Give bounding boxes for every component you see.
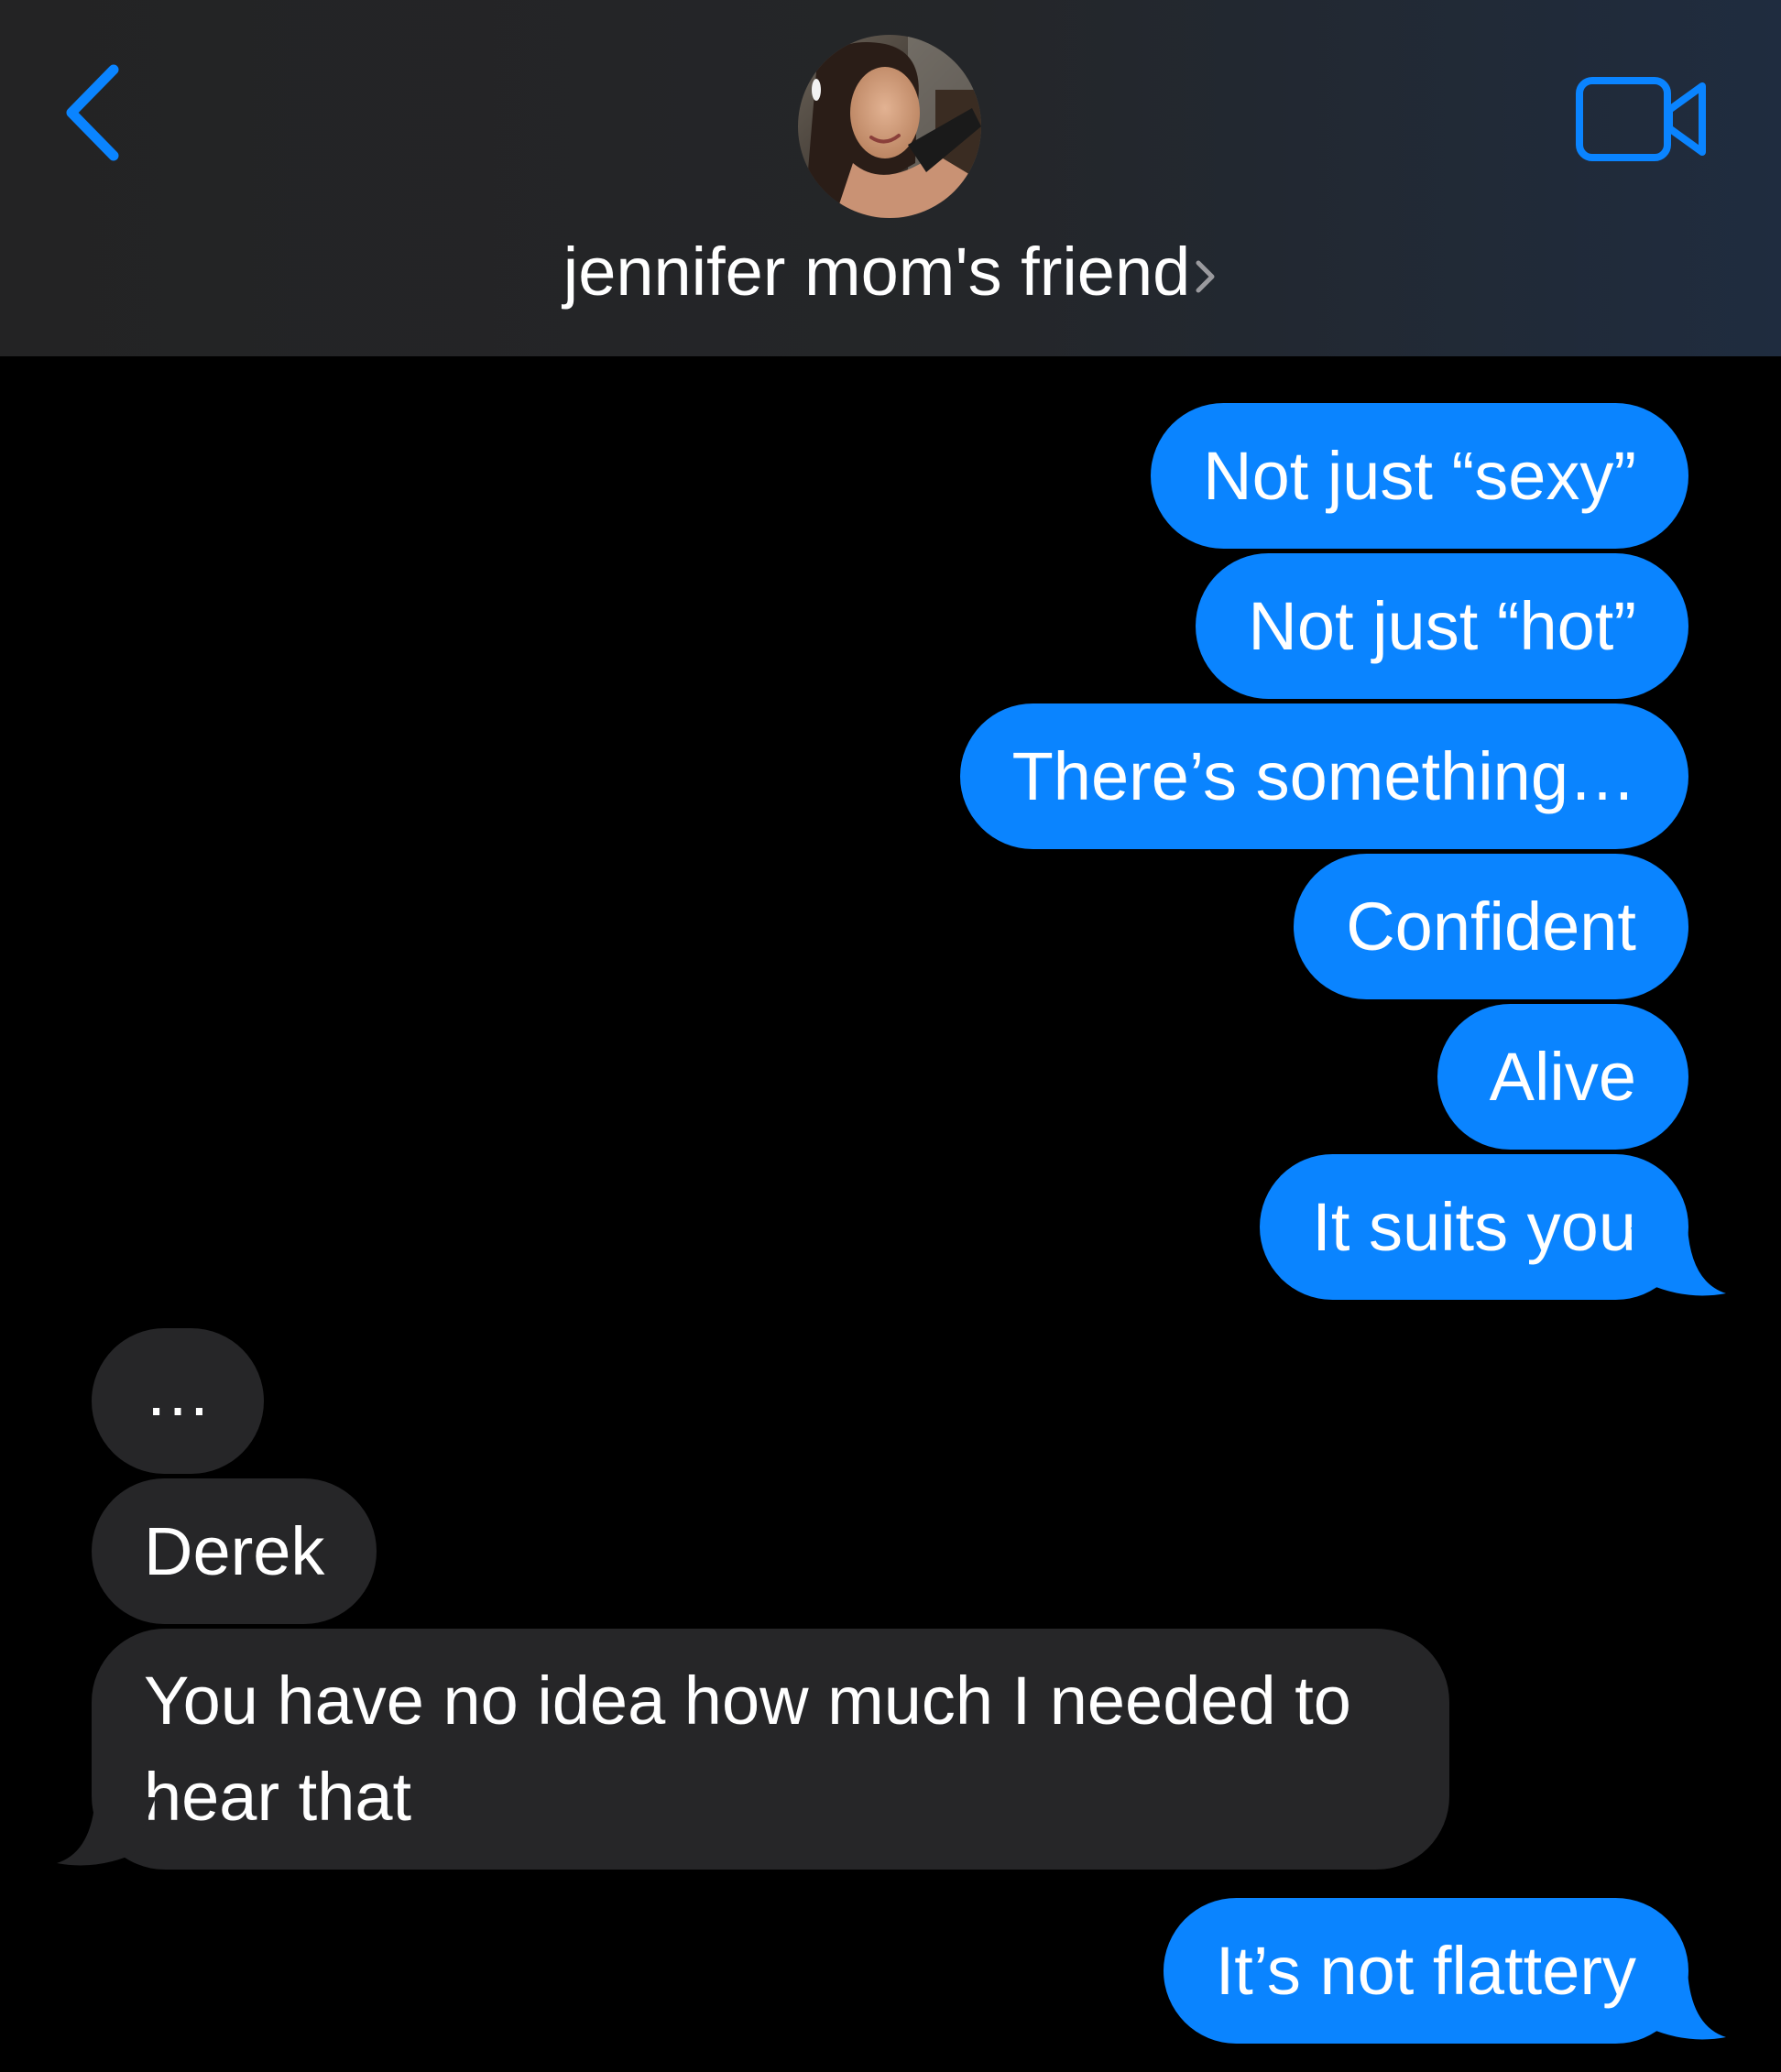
message-bubble-outgoing[interactable]: It’s not flattery (1163, 1898, 1688, 2044)
message-bubble-outgoing[interactable]: Not just “hot” (1196, 553, 1688, 699)
facetime-video-button[interactable] (1574, 75, 1711, 167)
avatar-photo (798, 35, 981, 218)
message-bubble-outgoing[interactable]: There’s something… (959, 703, 1688, 849)
chevron-right-icon (1196, 260, 1215, 293)
bubble-tail-incoming (57, 1797, 156, 1866)
message-text: It suits you (1312, 1189, 1636, 1265)
message-text: You have no idea how much I needed to he… (144, 1663, 1351, 1835)
message-text: There’s something… (1011, 738, 1636, 814)
message-bubble-outgoing[interactable]: Confident (1294, 854, 1688, 999)
bubble-tail-outgoing (1631, 1971, 1726, 2040)
message-bubble-outgoing[interactable]: Alive (1437, 1004, 1688, 1150)
contact-name-label: jennifer mom's friend (563, 234, 1191, 310)
message-text: Not just “sexy” (1203, 438, 1636, 514)
message-bubble-incoming[interactable]: You have no idea how much I needed to he… (92, 1629, 1449, 1870)
message-text: Derek (144, 1513, 325, 1589)
video-camera-icon (1576, 77, 1706, 161)
message-bubble-outgoing[interactable]: Not just “sexy” (1151, 403, 1688, 549)
conversation-header: jennifer mom's friend (0, 0, 1781, 356)
contact-name[interactable]: jennifer mom's friend (0, 231, 1781, 313)
message-text: … (144, 1354, 212, 1430)
bubble-tail-outgoing (1631, 1227, 1726, 1296)
message-bubble-outgoing[interactable]: It suits you (1260, 1154, 1688, 1300)
message-text: It’s not flattery (1215, 1933, 1636, 2009)
contact-avatar[interactable] (798, 35, 981, 218)
chevron-left-icon (66, 64, 119, 161)
back-button[interactable] (57, 57, 139, 167)
message-text: Alive (1489, 1039, 1636, 1115)
message-bubble-incoming[interactable]: Derek (92, 1478, 377, 1624)
message-text: Confident (1346, 889, 1636, 965)
message-text: Not just “hot” (1248, 588, 1636, 664)
message-bubble-incoming[interactable]: … (92, 1328, 264, 1474)
